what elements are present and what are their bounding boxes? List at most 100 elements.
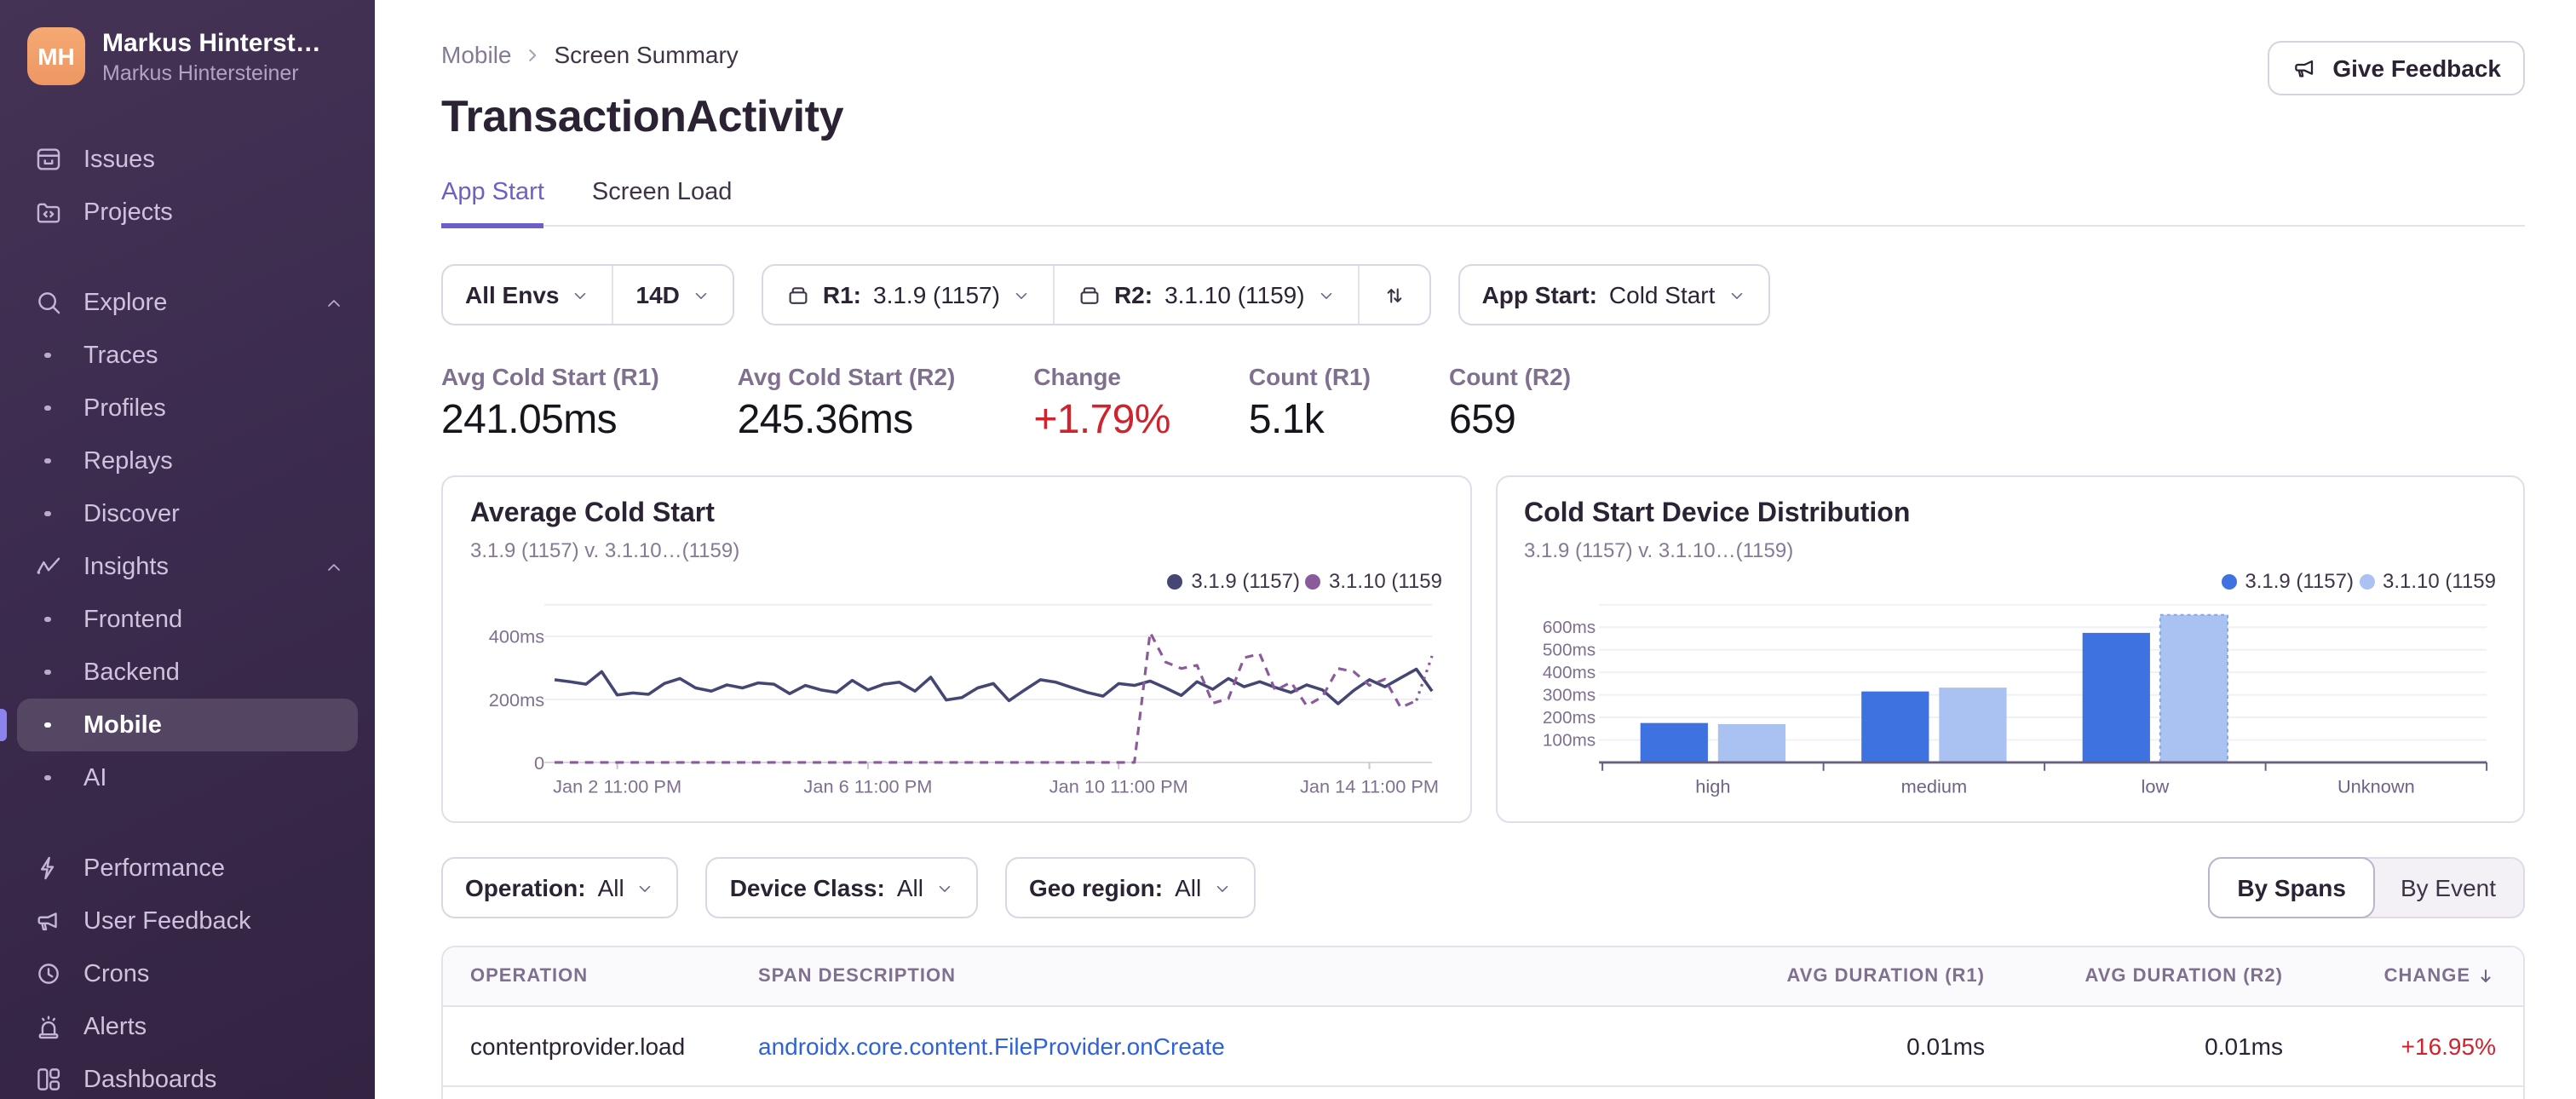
- sidebar-item-traces[interactable]: Traces: [17, 329, 358, 382]
- chevron-down-icon: [692, 285, 710, 304]
- chevron-down-icon: [935, 878, 954, 897]
- svg-text:Jan 6 11:00 PM: Jan 6 11:00 PM: [803, 775, 932, 797]
- by-spans-tab[interactable]: By Spans: [2208, 857, 2375, 918]
- release-r2-filter[interactable]: R2: 3.1.10 (1159): [1052, 266, 1358, 324]
- stat-value: 659: [1448, 397, 1516, 443]
- tab-app-start[interactable]: App Start: [441, 179, 544, 228]
- operation-filter[interactable]: Operation: All: [443, 859, 677, 917]
- stat-value: 245.36ms: [737, 397, 914, 443]
- sidebar-item-dashboards[interactable]: Dashboards: [17, 1053, 358, 1099]
- sidebar-item-label: Replays: [83, 447, 173, 475]
- clock-icon: [31, 959, 65, 988]
- header-avg-duration-r1[interactable]: AVG DURATION (R1): [1687, 966, 1985, 987]
- header-avg-duration-r2[interactable]: AVG DURATION (R2): [1985, 966, 2283, 987]
- sidebar-item-replays[interactable]: Replays: [17, 434, 358, 487]
- legend-label: 3.1.10 (1159: [2383, 569, 2496, 593]
- header-span-description[interactable]: SPAN DESCRIPTION: [758, 966, 1687, 987]
- sidebar-item-crons[interactable]: Crons: [17, 947, 358, 1000]
- sidebar-item-label: Issues: [83, 146, 155, 173]
- r2-value: 3.1.10 (1159): [1164, 281, 1305, 308]
- device-class-filter-label: Device Class:: [729, 874, 885, 901]
- svg-text:Jan 14 11:00 PM: Jan 14 11:00 PM: [1300, 775, 1439, 797]
- sidebar-item-label: Discover: [83, 500, 180, 527]
- bullet-icon: [31, 405, 65, 411]
- span-link[interactable]: androidx.core.content.FileProvider.onCre…: [758, 1033, 1225, 1060]
- sidebar-item-mobile[interactable]: Mobile: [0, 699, 358, 751]
- chart-title: Average Cold Start: [470, 499, 715, 528]
- sidebar-item-performance[interactable]: User Feedback Performance: [17, 842, 358, 895]
- table-header: OPERATION SPAN DESCRIPTION AVG DURATION …: [443, 947, 2523, 1007]
- avg-cold-start-chart-card: Average Cold Start 3.1.9 (1157) v. 3.1.1…: [441, 475, 1471, 823]
- chart-subtitle: 3.1.9 (1157) v. 3.1.10…(1159): [1524, 538, 1794, 562]
- legend-dot: [2359, 573, 2374, 589]
- user-org: Markus Hintersteiner: [102, 60, 299, 84]
- sidebar-item-frontend[interactable]: Frontend: [17, 593, 358, 646]
- sidebar-item-profiles[interactable]: Profiles: [17, 382, 358, 434]
- tab-screen-load[interactable]: Screen Load: [592, 179, 732, 228]
- give-feedback-label: Give Feedback: [2332, 55, 2501, 82]
- sidebar-item-projects[interactable]: Projects: [17, 186, 358, 239]
- chevron-down-icon: [1317, 285, 1336, 304]
- sidebar-item-label: Explore: [83, 289, 168, 316]
- swap-releases-button[interactable]: [1357, 266, 1429, 324]
- sidebar-item-backend[interactable]: Backend: [17, 646, 358, 699]
- release-r1-filter[interactable]: R1: 3.1.9 (1157): [763, 266, 1053, 324]
- insights-icon: [31, 552, 65, 581]
- issues-icon: [31, 145, 65, 174]
- stat-value: +1.79%: [1033, 397, 1170, 443]
- bullet-icon: [31, 669, 65, 676]
- span-filter-bar: Operation: All Device Class: All Geo reg…: [441, 857, 2525, 918]
- sidebar-item-user-feedback[interactable]: User Feedback: [17, 895, 358, 947]
- cell-avg-duration-r1: 0.01ms: [1906, 1033, 1985, 1060]
- org-switcher[interactable]: MH Markus Hinterst… Markus Hintersteiner: [0, 20, 375, 106]
- by-event-tab[interactable]: By Event: [2373, 859, 2523, 917]
- header-operation[interactable]: OPERATION: [443, 966, 758, 987]
- legend-item-r1[interactable]: 3.1.9 (1157): [2221, 569, 2354, 593]
- legend-item-r2[interactable]: 3.1.10 (1159: [1305, 569, 1442, 593]
- nav-divider: [17, 239, 358, 276]
- legend-label: 3.1.10 (1159: [1329, 569, 1442, 593]
- env-filter[interactable]: All Envs: [443, 266, 612, 324]
- cell-span-description: androidx.core.content.FileProvider.onCre…: [758, 1033, 1687, 1060]
- chevron-up-icon: [324, 556, 344, 577]
- stat-label: Change: [1033, 363, 1121, 390]
- header-change[interactable]: CHANGE: [2283, 966, 2523, 987]
- breadcrumb-mobile[interactable]: Mobile: [441, 41, 512, 68]
- legend-dot: [1305, 573, 1320, 589]
- cell-avg-duration-r2: 0.01ms: [2205, 1033, 2283, 1060]
- sidebar-item-explore[interactable]: Explore: [17, 276, 358, 329]
- svg-text:200ms: 200ms: [489, 689, 545, 711]
- sidebar-item-insights[interactable]: Insights: [17, 540, 358, 593]
- legend-item-r2[interactable]: 3.1.10 (1159: [2359, 569, 2496, 593]
- bullet-icon: [31, 722, 65, 728]
- app-start-type-filter[interactable]: App Start: Cold Start: [1460, 266, 1768, 324]
- app-window: MH Markus Hinterst… Markus Hintersteiner…: [0, 0, 2576, 1099]
- svg-text:medium: medium: [1900, 775, 1966, 797]
- period-filter[interactable]: 14D: [612, 266, 733, 324]
- geo-region-filter[interactable]: Geo region: All: [1007, 859, 1254, 917]
- give-feedback-button[interactable]: Give Feedback: [2268, 41, 2525, 95]
- sidebar-item-label: Dashboards: [83, 1066, 217, 1093]
- sidebar-item-ai[interactable]: AI: [17, 751, 358, 804]
- svg-text:high: high: [1694, 775, 1729, 797]
- sidebar-item-issues[interactable]: Issues: [17, 133, 358, 186]
- device-class-filter[interactable]: Device Class: All: [708, 859, 976, 917]
- legend-item-r1[interactable]: 3.1.9 (1157): [1167, 569, 1300, 593]
- table-row: contentprovider.load androidx.core.conte…: [443, 1007, 2523, 1085]
- header-change-label: CHANGE: [2383, 966, 2470, 987]
- projects-icon: [31, 198, 65, 227]
- app-start-type-label: App Start:: [1481, 281, 1597, 308]
- bullet-icon: [31, 774, 65, 781]
- svg-text:600ms: 600ms: [1542, 618, 1595, 637]
- svg-text:400ms: 400ms: [1542, 663, 1595, 682]
- bar-chart[interactable]: 100ms200ms 300ms 400ms 500ms 600ms high medium…: [1524, 595, 2496, 813]
- chevron-up-icon: [324, 292, 344, 313]
- sidebar-item-alerts[interactable]: Alerts: [17, 1000, 358, 1053]
- chevron-right-icon: [524, 45, 543, 64]
- svg-text:300ms: 300ms: [1542, 686, 1595, 705]
- stat-value: 5.1k: [1248, 397, 1325, 443]
- sidebar-item-discover[interactable]: Discover: [17, 487, 358, 540]
- stat-label: Count (R2): [1448, 363, 1572, 390]
- megaphone-icon: [2291, 55, 2319, 82]
- line-chart[interactable]: 0 200ms 400ms Jan 2 11:00 PM Jan 6 11:00 PM J…: [470, 595, 1442, 813]
